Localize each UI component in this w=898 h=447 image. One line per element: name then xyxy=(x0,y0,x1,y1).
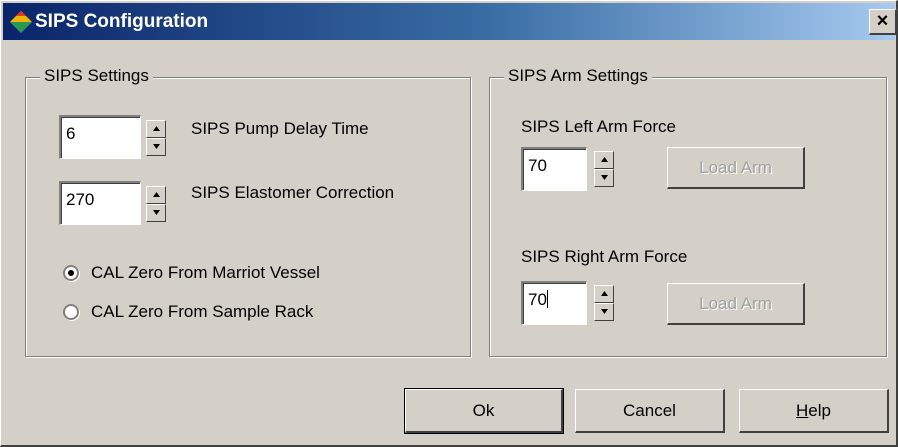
app-diamond-icon xyxy=(10,11,32,33)
elastomer-correction-spinner xyxy=(146,186,166,222)
elastomer-up-button[interactable] xyxy=(146,186,166,204)
left-arm-force-label: SIPS Left Arm Force xyxy=(521,117,676,136)
up-arrow-icon xyxy=(601,157,608,162)
sips-settings-legend: SIPS Settings xyxy=(40,66,153,86)
cal-zero-sample-rack-radio[interactable] xyxy=(63,304,79,320)
load-right-arm-button[interactable]: Load Arm xyxy=(667,283,805,325)
left-arm-force-input[interactable]: 70 xyxy=(521,147,587,191)
left-arm-force-spinner xyxy=(594,151,614,187)
right-arm-force-label: SIPS Right Arm Force xyxy=(521,247,688,266)
help-button[interactable]: Help xyxy=(739,389,889,433)
window-title: SIPS Configuration xyxy=(35,11,209,32)
title-bar[interactable]: SIPS Configuration × xyxy=(3,3,897,40)
ok-button[interactable]: Ok xyxy=(404,388,564,434)
down-arrow-icon xyxy=(153,144,160,149)
down-arrow-icon xyxy=(601,309,608,314)
pump-delay-down-button[interactable] xyxy=(146,138,166,156)
down-arrow-icon xyxy=(601,175,608,180)
elastomer-correction-input[interactable]: 270 xyxy=(59,181,141,225)
right-arm-down-button[interactable] xyxy=(594,303,614,321)
cal-zero-marriot-radio[interactable] xyxy=(63,265,79,281)
right-arm-up-button[interactable] xyxy=(594,285,614,303)
down-arrow-icon xyxy=(153,210,160,215)
pump-delay-label: SIPS Pump Delay Time xyxy=(191,119,369,138)
cancel-button[interactable]: Cancel xyxy=(575,389,725,433)
up-arrow-icon xyxy=(601,291,608,296)
help-mnemonic: H xyxy=(796,401,809,420)
up-arrow-icon xyxy=(153,192,160,197)
right-arm-force-spinner xyxy=(594,285,614,321)
elastomer-correction-label: SIPS Elastomer Correction xyxy=(191,183,395,202)
up-arrow-icon xyxy=(153,126,160,131)
cal-zero-marriot-label[interactable]: CAL Zero From Marriot Vessel xyxy=(91,263,320,283)
sips-arm-settings-legend: SIPS Arm Settings xyxy=(504,66,652,86)
cal-zero-sample-rack-label[interactable]: CAL Zero From Sample Rack xyxy=(91,302,313,322)
load-left-arm-button[interactable]: Load Arm xyxy=(667,147,805,189)
sips-configuration-dialog: SIPS Configuration × SIPS Settings 6 SIP… xyxy=(0,0,898,447)
text-cursor xyxy=(546,290,548,308)
help-label-rest: elp xyxy=(808,401,831,420)
close-button[interactable]: × xyxy=(869,9,897,35)
elastomer-down-button[interactable] xyxy=(146,204,166,222)
right-arm-force-input[interactable]: 70 xyxy=(521,281,587,325)
left-arm-up-button[interactable] xyxy=(594,151,614,169)
radio-selected-dot xyxy=(68,270,74,276)
pump-delay-input[interactable]: 6 xyxy=(59,115,141,159)
pump-delay-up-button[interactable] xyxy=(146,120,166,138)
left-arm-down-button[interactable] xyxy=(594,169,614,187)
pump-delay-spinner xyxy=(146,120,166,156)
